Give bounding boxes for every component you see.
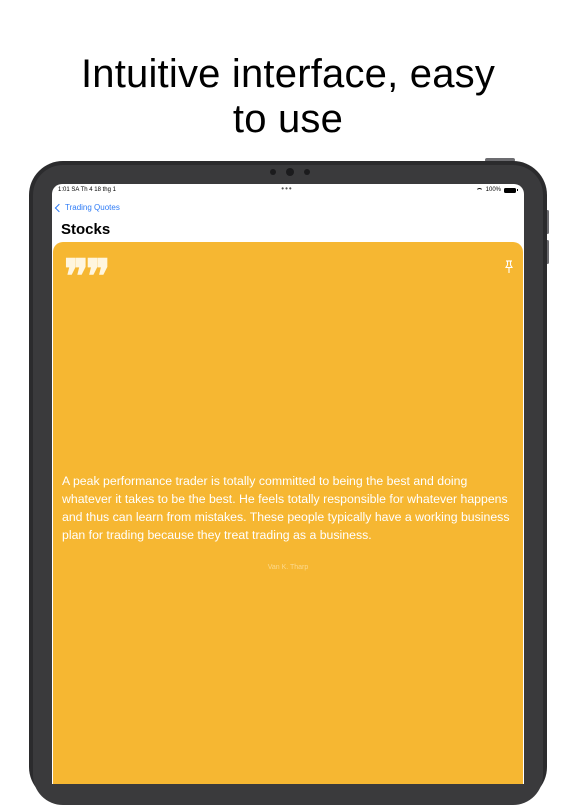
quote-icon: ❞❞ [64, 249, 110, 303]
multitasking-dots[interactable]: ••• [58, 185, 516, 193]
back-button[interactable]: Trading Quotes [54, 203, 120, 212]
headline-line-1: Intuitive interface, easy [80, 52, 496, 96]
battery-percent: 100% [485, 187, 501, 193]
promo-headline: Intuitive interface, easy to use [0, 52, 576, 142]
wifi-icon [475, 187, 483, 193]
back-button-label: Trading Quotes [65, 203, 120, 212]
headline-line-2: to use [232, 97, 344, 141]
status-bar: 1:01 SA Th 4 18 thg 1 ••• 100% [58, 185, 518, 196]
page-title: Stocks [61, 221, 111, 238]
quote-author: Van K. Tharp [267, 564, 309, 571]
sensor-dot [304, 169, 310, 175]
app-screen: 1:01 SA Th 4 18 thg 1 ••• 100% Trading Q… [52, 184, 524, 784]
status-right: 100% [475, 187, 518, 193]
quote-card[interactable]: ❞❞ A peak performance trader is totally … [53, 242, 523, 784]
pin-icon[interactable] [504, 260, 514, 274]
quote-text: A peak performance trader is totally com… [62, 474, 510, 542]
camera-lens [286, 168, 294, 176]
sensor-dot [270, 169, 276, 175]
camera-housing [250, 168, 330, 176]
chevron-left-icon [54, 203, 64, 212]
battery-icon [504, 187, 518, 193]
